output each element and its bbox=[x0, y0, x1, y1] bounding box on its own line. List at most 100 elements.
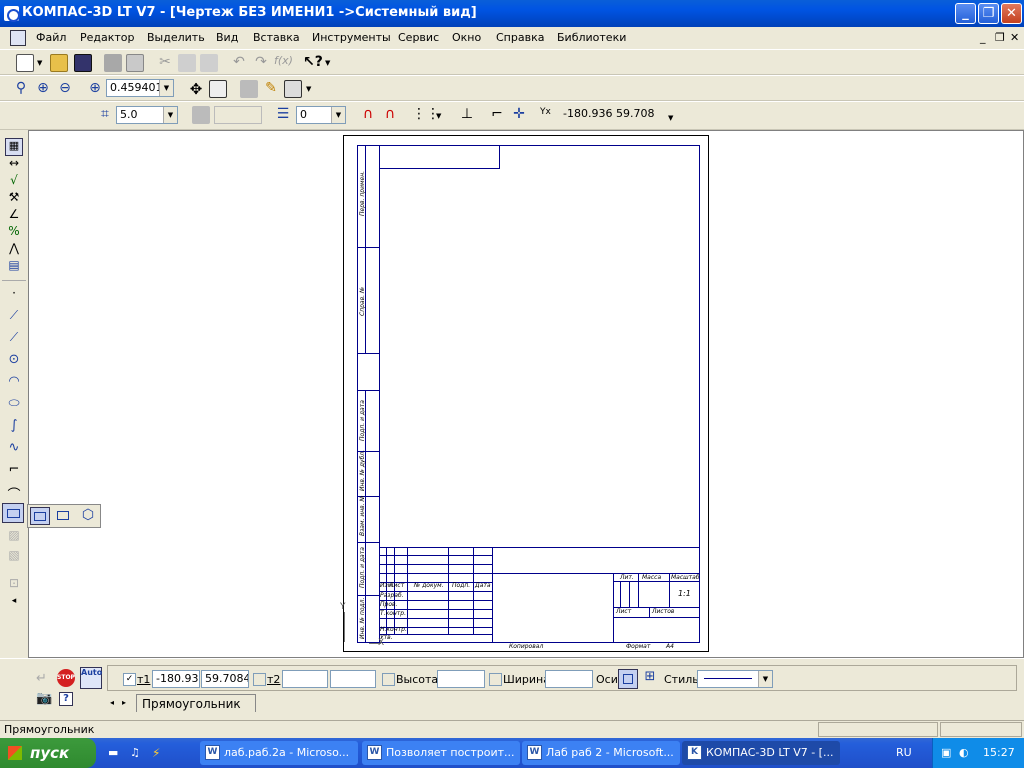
polyline-tool-icon[interactable]: ∿ bbox=[5, 440, 23, 458]
paste-icon[interactable] bbox=[200, 54, 218, 72]
help-icon[interactable]: ? bbox=[59, 692, 73, 706]
properties-icon[interactable]: ✎ bbox=[262, 80, 280, 98]
language-indicator[interactable]: RU bbox=[896, 746, 912, 759]
save-icon[interactable] bbox=[74, 54, 92, 72]
width-checkbox[interactable] bbox=[489, 673, 502, 686]
zoom-window-icon[interactable]: ⚲ bbox=[12, 80, 30, 98]
hatch-tool-icon[interactable]: ▨ bbox=[5, 528, 23, 546]
arc-tool-icon[interactable]: ◠ bbox=[5, 374, 23, 392]
polygon-icon[interactable]: ⬡ bbox=[78, 507, 98, 525]
point2-checkbox[interactable] bbox=[253, 673, 266, 686]
restore-button[interactable]: ❐ bbox=[978, 3, 999, 24]
measure-panel-icon[interactable]: % bbox=[5, 224, 23, 242]
doc-minimize-button[interactable]: _ bbox=[980, 31, 986, 44]
segment-tool-icon[interactable]: ⟋ bbox=[5, 330, 23, 348]
axes-off-button[interactable] bbox=[618, 669, 638, 689]
display-dropdown-icon[interactable]: ▼ bbox=[306, 85, 311, 93]
view-field[interactable] bbox=[214, 106, 262, 124]
tab-prev-icon[interactable]: ◂ bbox=[110, 698, 114, 707]
auto-create-button[interactable]: Auto bbox=[80, 667, 102, 689]
point1-y-field[interactable]: 59.7084 bbox=[201, 670, 249, 688]
task-word-allows[interactable]: W Позволяет построит... bbox=[362, 741, 520, 765]
point1-checkbox[interactable]: ✓ bbox=[123, 673, 136, 686]
coords-dropdown-icon[interactable]: ▼ bbox=[668, 114, 673, 122]
stop-button[interactable]: STOP bbox=[57, 669, 75, 687]
tab-next-icon[interactable]: ▸ bbox=[122, 698, 126, 707]
step-dropdown-icon[interactable]: ▼ bbox=[163, 107, 177, 123]
pan-icon[interactable]: ✥ bbox=[187, 80, 205, 98]
circle-tool-icon[interactable]: ⊙ bbox=[5, 352, 23, 370]
menu-select[interactable]: Выделить bbox=[147, 31, 205, 44]
enter-icon[interactable]: ↵ bbox=[36, 671, 47, 686]
new-file-icon[interactable] bbox=[16, 54, 34, 72]
geometry-panel-icon[interactable]: ▦ bbox=[5, 138, 23, 156]
extra-tool-icon[interactable]: ⊡ bbox=[5, 576, 23, 594]
menu-libraries[interactable]: Библиотеки bbox=[557, 31, 626, 44]
close-button[interactable]: ✕ bbox=[1001, 3, 1022, 24]
point2-x-field[interactable] bbox=[282, 670, 328, 688]
task-word-lab2[interactable]: W Лаб раб 2 - Microsoft... bbox=[522, 741, 680, 765]
local-cs-icon[interactable]: ⊥ bbox=[458, 106, 476, 124]
show-all-icon[interactable] bbox=[209, 80, 227, 98]
rectangle-tool-button[interactable] bbox=[2, 503, 24, 523]
quicklaunch-app-icon[interactable]: ⚡ bbox=[152, 746, 166, 760]
print-preview-icon[interactable] bbox=[126, 54, 144, 72]
axes-on-icon[interactable]: ⊞ bbox=[640, 669, 660, 689]
style-dropdown-icon[interactable]: ▼ bbox=[758, 671, 772, 687]
app-icon[interactable] bbox=[4, 6, 20, 22]
cut-icon[interactable]: ✂ bbox=[156, 54, 174, 72]
layer-dropdown-icon[interactable]: ▼ bbox=[331, 107, 345, 123]
point1-x-field[interactable]: -180.936 bbox=[152, 670, 200, 688]
quicklaunch-desktop-icon[interactable]: ▬ bbox=[108, 746, 122, 760]
camera-icon[interactable]: 📷 bbox=[36, 691, 52, 706]
function-icon[interactable]: f(x) bbox=[274, 54, 293, 72]
minimize-button[interactable]: _ bbox=[955, 3, 976, 24]
menu-file[interactable]: Файл bbox=[36, 31, 66, 44]
volume-icon[interactable]: ◐ bbox=[959, 746, 973, 760]
grid-dropdown-icon[interactable]: ▼ bbox=[436, 112, 441, 120]
fill-tool-icon[interactable]: ▧ bbox=[5, 548, 23, 566]
help-pointer-icon[interactable]: ↖? bbox=[303, 54, 323, 72]
grid-icon[interactable]: ⋮⋮ bbox=[412, 106, 440, 124]
editing-panel-icon[interactable]: ⚒ bbox=[5, 190, 23, 208]
redo-icon[interactable]: ↷ bbox=[252, 54, 270, 72]
refresh-icon[interactable] bbox=[240, 80, 258, 98]
layers-icon[interactable]: ☰ bbox=[274, 106, 292, 124]
cursor-snap-icon[interactable]: ✛ bbox=[510, 106, 528, 124]
open-file-icon[interactable] bbox=[50, 54, 68, 72]
zoom-in-icon[interactable]: ⊕ bbox=[34, 80, 52, 98]
spec-panel-icon[interactable]: ▤ bbox=[5, 258, 23, 276]
help-dropdown-icon[interactable]: ▼ bbox=[325, 59, 330, 67]
spline-tool-icon[interactable]: ∫ bbox=[5, 418, 23, 436]
aux-line-tool-icon[interactable]: ⟋ bbox=[5, 308, 23, 326]
point2-y-field[interactable] bbox=[330, 670, 376, 688]
menu-edit[interactable]: Редактор bbox=[80, 31, 135, 44]
height-field[interactable] bbox=[437, 670, 485, 688]
coord-x-field[interactable]: -180.936 bbox=[560, 106, 612, 124]
menu-tools[interactable]: Инструменты bbox=[312, 31, 391, 44]
local-snap-icon[interactable]: ∩ bbox=[381, 106, 399, 124]
task-word-lab2a[interactable]: W лаб.раб.2а - Microso... bbox=[200, 741, 358, 765]
parametrization-panel-icon[interactable]: ∠ bbox=[5, 207, 23, 225]
tab-rectangle[interactable]: Прямоугольник bbox=[136, 694, 256, 712]
zoom-out-icon[interactable]: ⊖ bbox=[56, 80, 74, 98]
menu-help[interactable]: Справка bbox=[496, 31, 544, 44]
network-icon[interactable]: ▣ bbox=[941, 746, 955, 760]
display-icon[interactable] bbox=[284, 80, 302, 98]
task-kompas[interactable]: K КОМПАС-3D LT V7 - [... bbox=[682, 741, 840, 765]
coord-y-field[interactable]: 59.708 bbox=[613, 106, 663, 124]
menu-view[interactable]: Вид bbox=[216, 31, 238, 44]
width-field[interactable] bbox=[545, 670, 593, 688]
copy-icon[interactable] bbox=[178, 54, 196, 72]
print-icon[interactable] bbox=[104, 54, 122, 72]
ortho-icon[interactable]: ⌐ bbox=[488, 106, 506, 124]
current-view-icon[interactable] bbox=[192, 106, 210, 124]
height-checkbox[interactable] bbox=[382, 673, 395, 686]
doc-close-button[interactable]: ✕ bbox=[1010, 31, 1019, 44]
selection-panel-icon[interactable]: ⋀ bbox=[5, 241, 23, 259]
start-button[interactable]: пуск bbox=[0, 738, 96, 768]
menu-service[interactable]: Сервис bbox=[398, 31, 439, 44]
grid-step-icon[interactable]: ⌗ bbox=[96, 106, 114, 124]
new-dropdown-icon[interactable]: ▼ bbox=[37, 59, 42, 67]
chamfer-tool-icon[interactable]: ⌐ bbox=[5, 462, 23, 480]
